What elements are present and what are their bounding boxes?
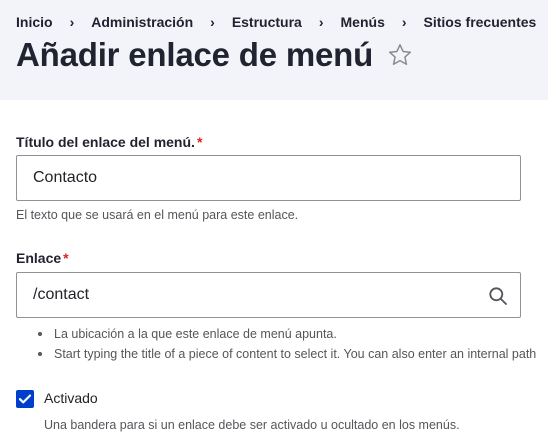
enabled-checkbox-label[interactable]: Activado <box>44 390 98 406</box>
list-item: Start typing the title of a piece of con… <box>34 344 536 364</box>
page-title-container: Añadir enlace de menú <box>16 36 413 74</box>
breadcrumb-item-estructura[interactable]: Estructura <box>232 14 302 30</box>
menu-link-title-value: Contacto <box>33 169 98 186</box>
link-input[interactable]: /contact <box>16 272 521 318</box>
link-value: /contact <box>33 286 90 303</box>
enabled-checkbox[interactable] <box>16 390 34 408</box>
breadcrumb-item-inicio[interactable]: Inicio <box>16 14 53 30</box>
link-label: Enlace * <box>16 250 69 266</box>
breadcrumb-item-menus[interactable]: Menús <box>341 14 385 30</box>
breadcrumb-separator: › <box>210 14 215 30</box>
menu-link-title-label: Título del enlace del menú. * <box>16 134 202 150</box>
breadcrumb-item-administracion[interactable]: Administración <box>91 14 193 30</box>
star-outline-icon[interactable] <box>387 42 413 68</box>
link-label-text: Enlace <box>16 250 62 266</box>
menu-link-title-label-text: Título del enlace del menú. <box>16 134 195 150</box>
enabled-checkbox-description: Una bandera para si un enlace debe ser a… <box>44 418 460 432</box>
list-item: La ubicación a la que este enlace de men… <box>34 324 536 344</box>
page-title: Añadir enlace de menú <box>16 36 374 73</box>
breadcrumb: Inicio › Administración › Estructura › M… <box>16 14 536 30</box>
link-hints-list: La ubicación a la que este enlace de men… <box>34 324 536 364</box>
search-icon <box>488 286 508 306</box>
breadcrumb-separator: › <box>69 14 75 30</box>
breadcrumb-separator: › <box>401 14 407 30</box>
page-header: Inicio › Administración › Estructura › M… <box>0 0 548 100</box>
breadcrumb-separator: › <box>318 14 324 30</box>
menu-link-title-input[interactable]: Contacto <box>16 155 521 201</box>
required-marker: * <box>196 134 203 150</box>
required-marker: * <box>63 250 69 266</box>
menu-link-title-description: El texto que se usará en el menú para es… <box>16 208 299 222</box>
breadcrumb-item-sitios-frecuentes[interactable]: Sitios frecuentes <box>424 14 537 30</box>
